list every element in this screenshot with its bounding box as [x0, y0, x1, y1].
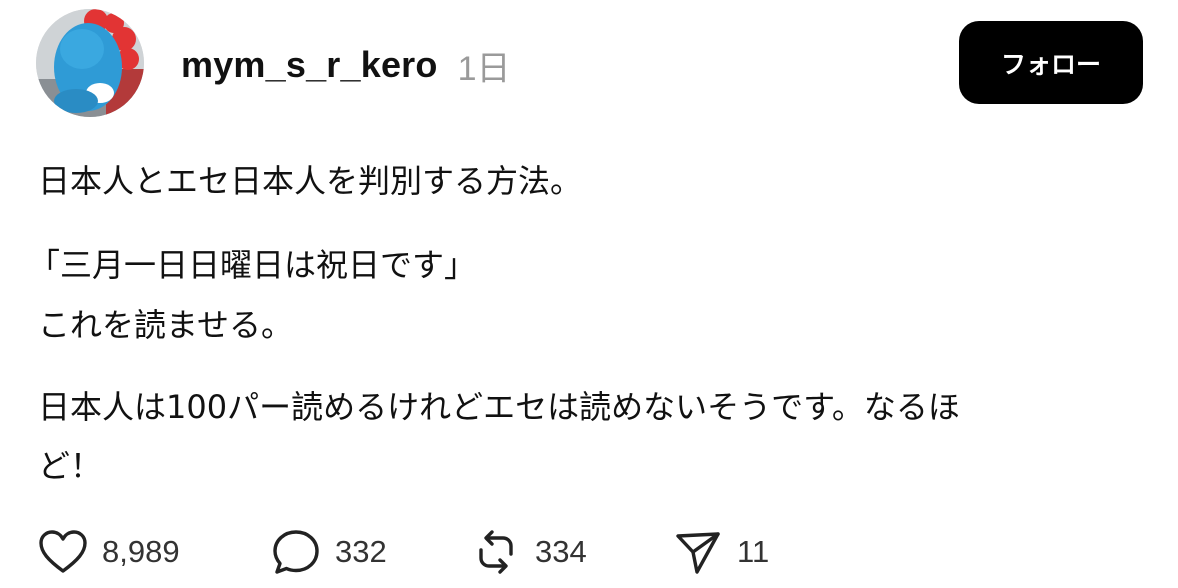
post-header: mym_s_r_kero 1日	[181, 40, 511, 90]
avatar[interactable]	[36, 9, 144, 117]
post-timestamp: 1日	[457, 49, 511, 88]
post-text-line: これを読ませる。	[38, 306, 294, 344]
share-button[interactable]: 11	[673, 528, 769, 576]
like-count: 8,989	[102, 534, 180, 569]
post-text-line: 日本人は100パー読めるけれどエセは読めないそうです。なるほ	[38, 388, 960, 426]
reply-count: 332	[335, 534, 387, 569]
reply-button[interactable]: 332	[271, 528, 387, 576]
post-text-line: 「三月一日日曜日は祝日です」	[28, 246, 477, 284]
like-button[interactable]: 8,989	[38, 528, 180, 576]
username-link[interactable]: mym_s_r_kero	[181, 44, 438, 86]
mascot-avatar-image	[36, 9, 144, 117]
heart-icon	[38, 529, 88, 575]
repost-button[interactable]: 334	[471, 528, 587, 576]
post-text-line: ど！	[38, 447, 103, 485]
share-count: 11	[737, 534, 770, 569]
post-text-line: 日本人とエセ日本人を判別する方法。	[38, 162, 583, 200]
repost-count: 334	[535, 534, 587, 569]
thread-post: mym_s_r_kero 1日 フォロー 日本人とエセ日本人を判別する方法。 「…	[0, 0, 1178, 588]
repost-arrows-icon	[471, 528, 521, 576]
send-arrow-icon	[673, 528, 723, 576]
follow-button[interactable]: フォロー	[959, 21, 1143, 104]
comment-bubble-icon	[271, 528, 321, 576]
action-bar: 8,989 332 334 11	[0, 520, 1178, 584]
